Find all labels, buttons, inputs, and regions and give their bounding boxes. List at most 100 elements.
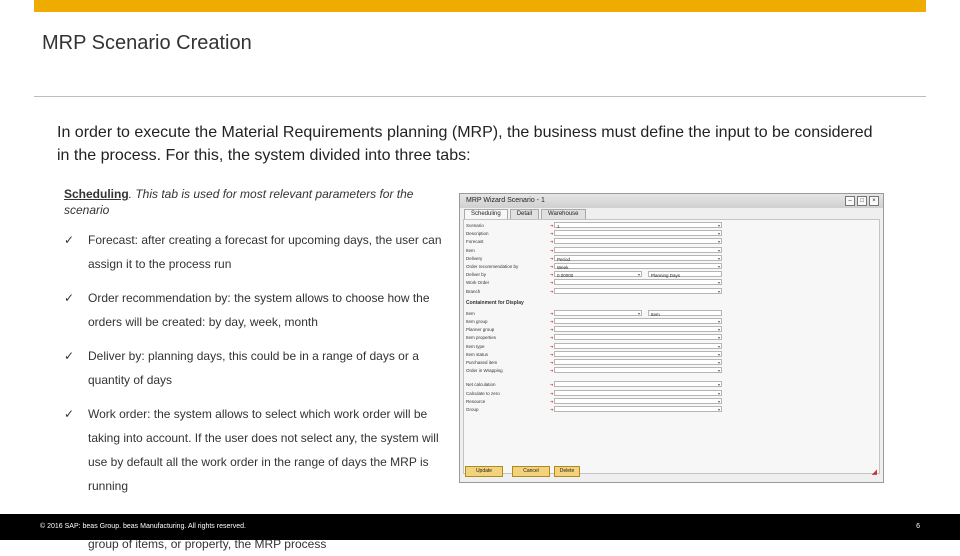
field-value: 1: [557, 224, 560, 229]
link-arrow-icon[interactable]: ➔: [550, 318, 553, 325]
brand-bar: [34, 0, 926, 12]
link-arrow-icon[interactable]: ➔: [550, 359, 553, 366]
chevron-down-icon[interactable]: ▾: [718, 359, 720, 366]
scheduling-heading: Scheduling. This tab is used for most re…: [64, 186, 444, 218]
chevron-down-icon[interactable]: ▾: [718, 255, 720, 262]
chevron-down-icon[interactable]: ▾: [718, 326, 720, 333]
link-arrow-icon[interactable]: ➔: [550, 334, 553, 341]
field-input[interactable]: ▾: [554, 389, 722, 397]
link-arrow-icon[interactable]: ➔: [550, 238, 553, 245]
chevron-down-icon[interactable]: ▾: [718, 334, 720, 341]
window-controls: – □ ×: [845, 196, 879, 206]
form-row: Resource ➔ ▾: [464, 397, 879, 405]
form-row: Branch ➔ ▾: [464, 287, 879, 295]
field-input[interactable]: ▾: [554, 238, 722, 245]
field-label: Delivery: [466, 255, 483, 261]
link-arrow-icon[interactable]: ➔: [550, 310, 553, 317]
chevron-down-icon[interactable]: ▾: [718, 288, 720, 295]
minimize-icon[interactable]: –: [845, 196, 855, 206]
chevron-down-icon[interactable]: ▾: [718, 247, 720, 254]
link-arrow-icon[interactable]: ➔: [550, 255, 553, 262]
field-input[interactable]: ▾: [554, 318, 722, 324]
field-label: Work Order: [466, 280, 490, 286]
form-row: Group ➔ ▾: [464, 406, 879, 413]
cancel-button[interactable]: Cancel: [512, 466, 550, 477]
bullet-text: Order recommendation by: the system allo…: [88, 291, 430, 329]
link-arrow-icon[interactable]: ➔: [550, 230, 553, 237]
link-arrow-icon[interactable]: ➔: [550, 398, 553, 405]
link-arrow-icon[interactable]: ➔: [550, 367, 553, 374]
chevron-down-icon[interactable]: ▾: [718, 343, 720, 350]
close-icon[interactable]: ×: [869, 196, 879, 206]
field-input-secondary[interactable]: Planning Days: [648, 271, 722, 278]
form-row: Scenario ➔ 1 ▾: [464, 222, 879, 229]
link-arrow-icon[interactable]: ➔: [550, 381, 553, 388]
link-arrow-icon[interactable]: ➔: [550, 222, 553, 229]
field-input[interactable]: ▾: [554, 381, 722, 388]
field-value: [555, 336, 557, 341]
link-arrow-icon[interactable]: ➔: [550, 326, 553, 333]
chevron-down-icon[interactable]: ▾: [718, 318, 720, 325]
scheduling-description: Scheduling. This tab is used for most re…: [64, 186, 444, 556]
link-arrow-icon[interactable]: ➔: [550, 263, 553, 270]
field-input-secondary[interactable]: Item: [648, 309, 722, 317]
chevron-down-icon[interactable]: ▾: [718, 230, 720, 237]
field-input[interactable]: ▾: [554, 367, 722, 374]
form-row: Net calculation ➔ ▾: [464, 381, 879, 388]
resize-handle-icon[interactable]: ◢: [872, 468, 877, 476]
link-arrow-icon[interactable]: ➔: [550, 288, 553, 295]
field-input[interactable]: ▾: [554, 287, 722, 295]
chevron-down-icon[interactable]: ▾: [718, 263, 720, 270]
field-input[interactable]: ▾: [554, 397, 722, 405]
chevron-down-icon[interactable]: ▾: [718, 238, 720, 245]
wizard-title: MRP Wizard Scenario - 1: [466, 197, 545, 204]
maximize-icon[interactable]: □: [857, 196, 867, 206]
link-arrow-icon[interactable]: ➔: [550, 406, 553, 413]
field-input[interactable]: ▾: [554, 350, 722, 358]
field-input[interactable]: ▾: [554, 246, 722, 254]
link-arrow-icon[interactable]: ➔: [550, 271, 553, 278]
chevron-down-icon[interactable]: ▾: [718, 351, 720, 358]
field-label: Item group: [466, 319, 488, 324]
chevron-down-icon[interactable]: ▾: [638, 271, 640, 278]
field-label: Planner group: [466, 327, 495, 333]
field-label: Group: [466, 407, 479, 412]
chevron-down-icon[interactable]: ▾: [638, 310, 640, 317]
field-input[interactable]: ▾: [554, 230, 722, 237]
field-label: Branch: [466, 288, 481, 294]
field-label: Item: [466, 310, 475, 316]
link-arrow-icon[interactable]: ➔: [550, 279, 553, 286]
chevron-down-icon[interactable]: ▾: [718, 406, 720, 413]
field-input[interactable]: Period ▾: [554, 254, 722, 262]
field-input[interactable]: ▾: [554, 359, 722, 365]
link-arrow-icon[interactable]: ➔: [550, 343, 553, 350]
chevron-down-icon[interactable]: ▾: [718, 381, 720, 388]
chevron-down-icon[interactable]: ▾: [718, 222, 720, 229]
update-button[interactable]: Update: [465, 466, 503, 477]
link-arrow-icon[interactable]: ➔: [550, 390, 553, 397]
field-input[interactable]: ▾: [554, 326, 722, 333]
field-label: Item: [466, 247, 475, 253]
field-input[interactable]: Week ▾: [554, 263, 722, 270]
field-value: [555, 328, 557, 333]
field-input[interactable]: ▾: [554, 334, 722, 341]
field-input[interactable]: 0.00000 ▾: [554, 271, 642, 278]
chevron-down-icon[interactable]: ▾: [718, 398, 720, 405]
link-arrow-icon[interactable]: ➔: [550, 351, 553, 358]
field-input[interactable]: ▾: [554, 406, 722, 412]
form-row: Description ➔ ▾: [464, 230, 879, 237]
chevron-down-icon[interactable]: ▾: [718, 390, 720, 397]
field-value: [555, 345, 557, 350]
field-input[interactable]: 1 ▾: [554, 222, 722, 229]
field-input[interactable]: ▾: [554, 342, 722, 350]
field-value: [555, 232, 557, 237]
chevron-down-icon[interactable]: ▾: [718, 279, 720, 286]
field-input[interactable]: ▾: [554, 309, 642, 317]
link-arrow-icon[interactable]: ➔: [550, 247, 553, 254]
field-value: [555, 383, 557, 388]
bullet-order-recommendation: ✓ Order recommendation by: the system all…: [64, 286, 444, 334]
delete-button[interactable]: Delete: [554, 466, 580, 477]
slide-title: MRP Scenario Creation: [42, 32, 252, 54]
chevron-down-icon[interactable]: ▾: [718, 367, 720, 374]
field-input[interactable]: ▾: [554, 279, 722, 286]
